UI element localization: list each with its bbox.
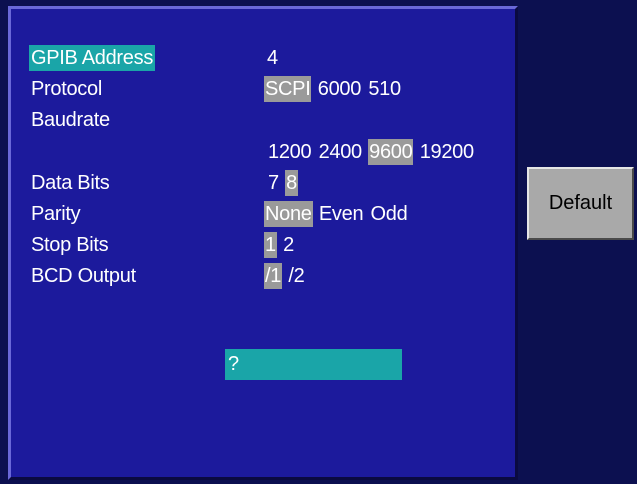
command-input-field[interactable]: ?	[225, 349, 402, 380]
gpib-address-label[interactable]: GPIB Address	[29, 45, 156, 71]
parity-option-none[interactable]: None	[264, 201, 313, 227]
stop-bits-option-1[interactable]: 1	[264, 232, 277, 258]
protocol-option-scpi[interactable]: SCPI	[264, 76, 312, 102]
baudrate-option-9600[interactable]: 9600	[368, 139, 414, 165]
softkey-panel	[521, 0, 637, 484]
bcd-output-option-2[interactable]: /2	[287, 263, 305, 289]
protocol-option-510[interactable]: 510	[367, 76, 401, 102]
baudrate-option-19200[interactable]: 19200	[419, 139, 475, 165]
default-button[interactable]: Default	[527, 167, 634, 240]
protocol-label: Protocol	[31, 78, 102, 100]
stop-bits-label: Stop Bits	[31, 234, 109, 256]
data-bits-option-7[interactable]: 7	[267, 170, 280, 196]
bcd-output-options: /1 /2	[264, 263, 305, 289]
stop-bits-options: 1 2	[264, 232, 295, 258]
settings-panel: GPIB Address 4 Protocol SCPI 6000 510 Ba…	[8, 6, 518, 480]
data-bits-options: 7 8	[267, 170, 298, 196]
stop-bits-option-2[interactable]: 2	[282, 232, 295, 258]
protocol-option-6000[interactable]: 6000	[317, 76, 362, 102]
parity-options: None Even Odd	[264, 201, 408, 227]
parity-option-even[interactable]: Even	[318, 201, 364, 227]
protocol-options: SCPI 6000 510	[264, 76, 402, 102]
bcd-output-option-1[interactable]: /1	[264, 263, 283, 289]
baudrate-option-1200[interactable]: 1200	[267, 139, 312, 165]
parity-option-odd[interactable]: Odd	[370, 201, 409, 227]
baudrate-options: 1200 2400 9600 19200	[267, 139, 475, 165]
baudrate-option-2400[interactable]: 2400	[318, 139, 363, 165]
parity-label: Parity	[31, 203, 81, 225]
data-bits-option-8[interactable]: 8	[285, 170, 298, 196]
baudrate-label: Baudrate	[31, 109, 110, 131]
data-bits-label: Data Bits	[31, 172, 110, 194]
gpib-address-value[interactable]: 4	[267, 45, 278, 71]
bcd-output-label: BCD Output	[31, 265, 136, 287]
